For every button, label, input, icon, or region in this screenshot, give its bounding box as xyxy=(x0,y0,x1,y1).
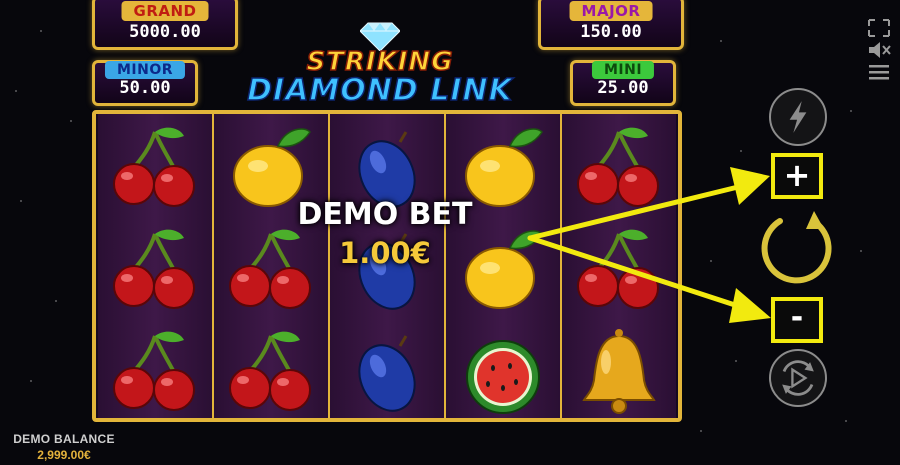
mini-jackpot-label: MINI xyxy=(591,61,655,79)
minus-label: - xyxy=(790,300,804,335)
cherry-symbol xyxy=(100,220,210,320)
cherry-symbol xyxy=(564,118,674,218)
grand-jackpot-label: GRAND xyxy=(121,1,209,21)
demo-balance-value: 2,999.00€ xyxy=(37,448,91,462)
spin-icon xyxy=(761,211,832,284)
major-jackpot-label: MAJOR xyxy=(569,1,653,21)
grand-jackpot-panel: GRAND 5000.00 xyxy=(92,0,238,50)
game-logo: STRIKING DIAMOND LINK xyxy=(245,22,515,110)
grand-jackpot-value: 5000.00 xyxy=(129,22,201,42)
demo-bet-overlay: DEMO BET 1.00€ xyxy=(270,197,500,270)
minor-jackpot-value: 50.00 xyxy=(119,78,171,98)
demo-balance: DEMO BALANCE 2,999.00€ xyxy=(8,432,120,462)
demo-bet-value: 1.00€ xyxy=(339,236,431,270)
plum-symbol xyxy=(332,322,442,418)
logo-line-2: DIAMOND LINK xyxy=(246,72,513,109)
cherry-symbol xyxy=(100,118,210,218)
demo-balance-label: DEMO BALANCE xyxy=(13,432,115,446)
cherry-symbol xyxy=(216,322,326,418)
minor-jackpot-label: MINOR xyxy=(104,61,186,79)
cherry-symbol xyxy=(564,220,674,320)
minor-jackpot-panel: MINOR 50.00 xyxy=(92,60,198,106)
major-jackpot-value: 150.00 xyxy=(580,22,642,42)
mini-jackpot-panel: MINI 25.00 xyxy=(570,60,676,106)
menu-icon[interactable] xyxy=(865,62,893,82)
lightning-icon xyxy=(789,101,807,133)
turbo-button[interactable] xyxy=(769,88,827,146)
fullscreen-icon[interactable] xyxy=(865,18,893,38)
watermelon-symbol xyxy=(448,322,558,418)
demo-bet-title: DEMO BET xyxy=(297,197,473,232)
mini-jackpot-value: 25.00 xyxy=(597,78,649,98)
spin-button[interactable] xyxy=(758,205,838,285)
reel-separator xyxy=(560,114,562,418)
bet-increase-button[interactable]: + xyxy=(771,153,823,199)
bet-decrease-button[interactable]: - xyxy=(771,297,823,343)
sound-muted-icon[interactable] xyxy=(865,40,893,60)
plus-label: + xyxy=(783,156,811,194)
reel-separator xyxy=(212,114,214,418)
autoplay-icon xyxy=(782,360,814,396)
cherry-symbol xyxy=(100,322,210,418)
autoplay-button[interactable] xyxy=(769,349,827,407)
bell-symbol xyxy=(564,322,674,418)
major-jackpot-panel: MAJOR 150.00 xyxy=(538,0,684,50)
